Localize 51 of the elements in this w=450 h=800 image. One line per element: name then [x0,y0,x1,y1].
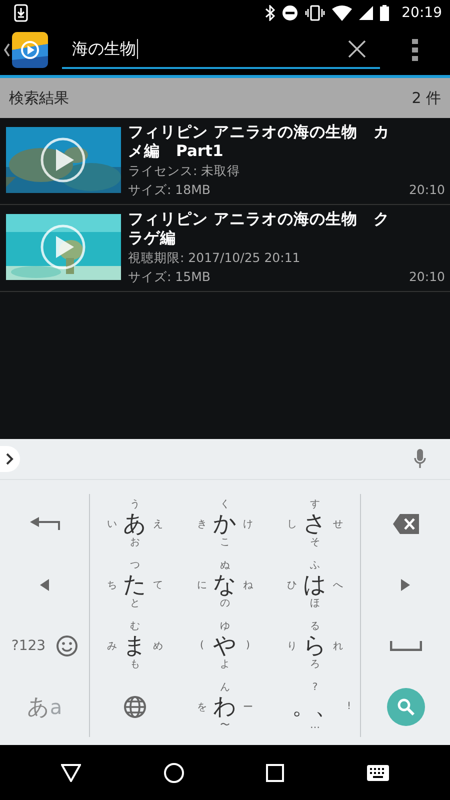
expand-button[interactable] [0,446,20,472]
do-not-disturb-icon [282,4,298,20]
kana-key[interactable]: ふ ひ は へ ほ [286,560,344,610]
status-time: 20:19 [402,4,442,20]
video-row[interactable]: フィリピン アニラオの海の生物 クラゲ編 視聴期限: 2017/10/25 20:11 サイズ: 15MB 20:10 [0,205,450,292]
overflow-menu-icon[interactable] [412,39,418,61]
smiley-icon[interactable] [56,634,78,657]
right-arrow-icon[interactable] [401,579,410,592]
video-row[interactable]: フィリピン アニラオの海の生物 カメ編 Part1 ライセンス: 未取得 サイズ: 18MB 20:10 [0,118,450,205]
recents-icon[interactable] [266,764,284,782]
download-icon [14,4,28,22]
space-icon[interactable] [390,640,422,651]
backspace-icon[interactable] [392,514,418,534]
video-detail: 視聴期限: 2017/10/25 20:11 [128,249,302,267]
symbols-key[interactable]: ?123 [11,638,46,654]
bluetooth-icon [264,4,275,20]
kana-key[interactable]: ん を わ ー 〜 [196,682,254,732]
kana-key[interactable]: ゆ ( や ) よ [196,620,254,671]
vibrate-icon [304,4,325,20]
left-arrow-icon[interactable] [40,579,49,592]
battery-icon [380,4,389,20]
chevron-left-icon [4,43,10,57]
video-detail: ライセンス: 未取得 [128,162,242,180]
results-title: 検索結果 [9,88,69,108]
kana-key[interactable]: く き か け こ [196,499,254,550]
video-time: 20:10 [408,181,445,199]
signal-icon [358,6,373,20]
video-title: フィリピン アニラオの海の生物 クラゲ編 [128,210,390,248]
kana-key[interactable]: む み ま め も [106,620,164,671]
kana-key[interactable]: う い あ え お [106,499,164,550]
video-size: サイズ: 18MB [128,181,210,199]
chevron-right-icon [6,453,14,465]
enter-arrow-icon[interactable] [30,517,60,532]
kana-key[interactable]: る り ら れ ろ [286,620,344,671]
keyboard-icon[interactable] [366,764,389,780]
kana-key[interactable]: ぬ に な ね の [196,560,254,610]
kana-key[interactable]: つ ち た て と [106,560,164,610]
kana-key[interactable]: す し さ せ そ [286,499,344,550]
video-size: サイズ: 15MB [128,268,210,286]
microphone-icon[interactable] [414,449,426,469]
clear-icon[interactable] [348,40,366,58]
wifi-icon [332,4,352,20]
video-time: 20:10 [408,268,445,286]
results-count: 2 件 [412,88,441,108]
video-title: フィリピン アニラオの海の生物 カメ編 Part1 [128,123,390,161]
kana-key[interactable]: ? 。、 ! … [275,682,355,732]
home-icon[interactable] [164,762,184,782]
app-logo-icon [12,32,48,68]
search-icon [396,698,414,716]
globe-icon[interactable] [124,696,146,718]
back-icon[interactable] [61,764,82,782]
